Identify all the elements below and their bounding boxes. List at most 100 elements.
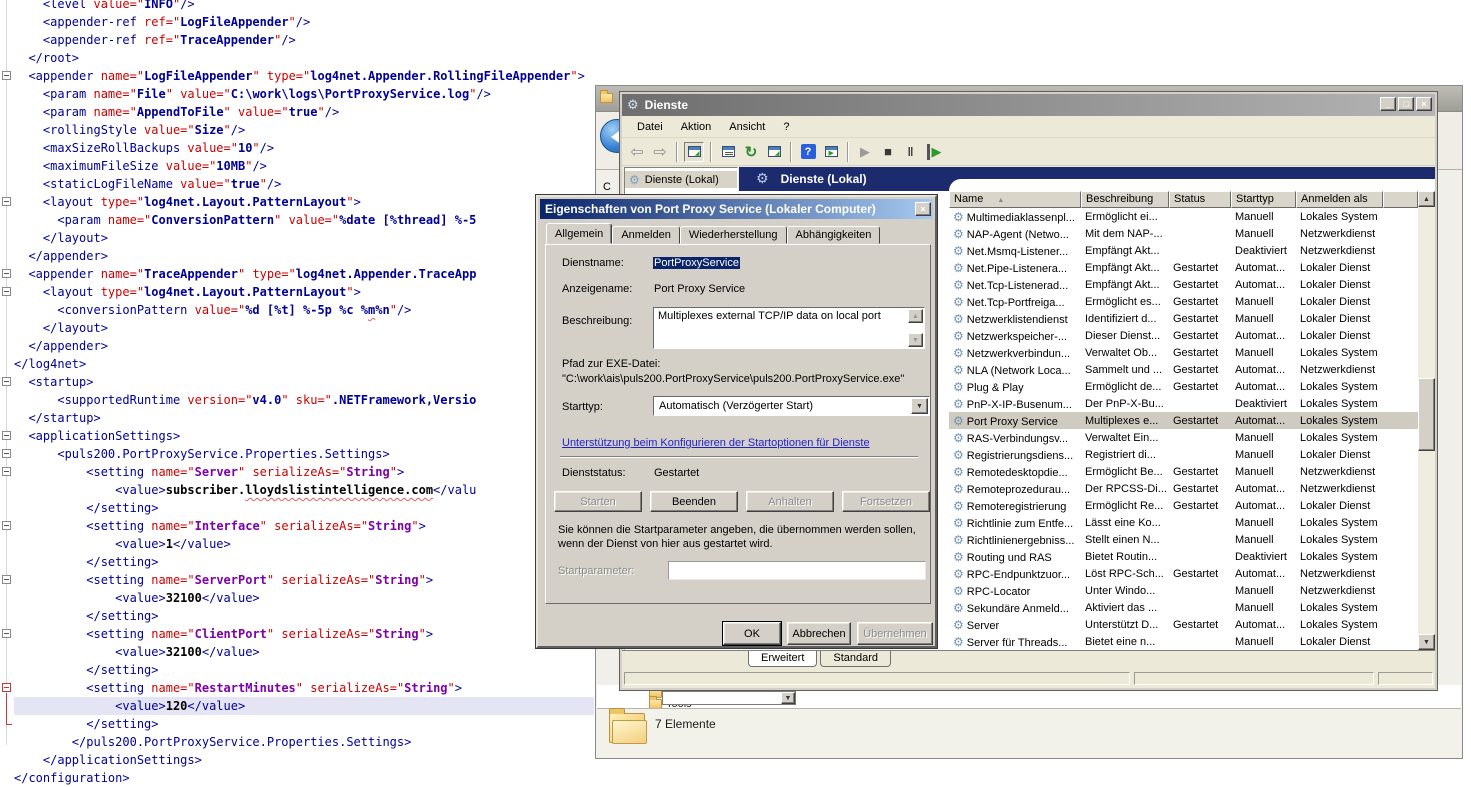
- menu-item-datei[interactable]: Datei: [628, 119, 672, 135]
- column-header-status[interactable]: Status: [1169, 191, 1231, 208]
- export-list-button[interactable]: [764, 142, 784, 162]
- column-header-starttyp[interactable]: Starttyp: [1231, 191, 1296, 208]
- help-button[interactable]: ?: [798, 142, 818, 162]
- properties-button[interactable]: [718, 142, 738, 162]
- table-row[interactable]: ⚙ServerUnterstützt D...GestartetAutomat.…: [949, 616, 1418, 633]
- table-row[interactable]: ⚙RemoteregistrierungErmöglicht Re...Gest…: [949, 497, 1418, 514]
- tab-standard[interactable]: Standard: [820, 651, 891, 667]
- ok-button[interactable]: OK: [723, 622, 781, 645]
- table-row[interactable]: ⚙Netzwerkverbindun...Verwaltet Ob...Gest…: [949, 344, 1418, 361]
- minimize-button[interactable]: _: [1380, 97, 1396, 111]
- forward-button[interactable]: ⇨: [650, 142, 670, 162]
- scroll-up-button[interactable]: ▲: [1418, 191, 1435, 207]
- close-button[interactable]: ×: [1416, 97, 1432, 111]
- code-token: %d [%t] %-5p %c %: [245, 303, 368, 317]
- column-header-beschreibung[interactable]: Beschreibung: [1081, 191, 1169, 208]
- tab-wiederherstellung[interactable]: Wiederherstellung: [680, 226, 787, 244]
- vertical-scrollbar[interactable]: ▲ ▼: [1418, 191, 1435, 650]
- code-token: <appender: [14, 69, 101, 83]
- code-area[interactable]: <level value="INFO"/> <appender-ref ref=…: [14, 0, 594, 787]
- beenden-button[interactable]: Beenden: [650, 491, 738, 512]
- table-row[interactable]: ⚙Netzwerkspeicher-...Dieser Dienst...Ges…: [949, 327, 1418, 344]
- refresh-button[interactable]: ↻: [741, 142, 761, 162]
- fold-marker[interactable]: [2, 629, 11, 638]
- extended-view-button[interactable]: [821, 142, 841, 162]
- table-row[interactable]: ⚙Server für Threads...Bietet eine n...Ma…: [949, 633, 1418, 650]
- tab-anmelden[interactable]: Anmelden: [612, 226, 680, 244]
- fold-marker[interactable]: [2, 467, 11, 476]
- close-button[interactable]: ×: [915, 202, 931, 216]
- fold-marker[interactable]: [2, 683, 11, 692]
- table-row[interactable]: ⚙RPC-LocatorUnter Windo...ManuellNetzwer…: [949, 582, 1418, 599]
- table-row[interactable]: ⚙Richtlinienergebniss...Stellt einen N..…: [949, 531, 1418, 548]
- fold-marker[interactable]: [2, 521, 11, 530]
- anzeigename-value[interactable]: Port Proxy Service: [654, 283, 745, 295]
- start-service-button[interactable]: ▶: [855, 142, 875, 162]
- dialog-titlebar[interactable]: Eigenschaften von Port Proxy Service (Lo…: [540, 199, 933, 219]
- scroll-down-button[interactable]: ▼: [908, 333, 923, 347]
- restart-service-button[interactable]: ▶: [924, 142, 944, 162]
- fold-marker[interactable]: [2, 269, 11, 278]
- fold-marker[interactable]: [2, 377, 11, 386]
- tab-abhängigkeiten[interactable]: Abhängigkeiten: [787, 226, 881, 244]
- scrollbar-thumb[interactable]: [1418, 378, 1435, 451]
- scroll-down-button[interactable]: ▼: [1418, 634, 1435, 650]
- table-row[interactable]: ⚙Registrierungsdiens...Registriert di...…: [949, 446, 1418, 463]
- scroll-up-button[interactable]: ▲: [908, 309, 923, 323]
- table-row[interactable]: ⚙Remotedesktopdie...Ermöglicht Be...Gest…: [949, 463, 1418, 480]
- table-row[interactable]: ⚙Port Proxy ServiceMultiplexes e...Gesta…: [949, 412, 1418, 429]
- show-console-tree-button[interactable]: [684, 142, 704, 162]
- pause-service-button[interactable]: ‖: [901, 142, 921, 162]
- services-titlebar[interactable]: ⚙ Dienste _□×: [622, 94, 1435, 116]
- fortsetzen-button[interactable]: Fortsetzen: [842, 491, 930, 512]
- beschreibung-field[interactable]: Multiplexes external TCP/IP data on loca…: [653, 307, 925, 349]
- table-row[interactable]: ⚙Sekundäre Anmeld...Aktiviert das ...Man…: [949, 599, 1418, 616]
- apply-button[interactable]: Übernehmen: [857, 622, 933, 645]
- table-row[interactable]: ⚙Net.Pipe-Listenera...Empfängt Akt...Ges…: [949, 259, 1418, 276]
- stop-service-button[interactable]: ■: [878, 142, 898, 162]
- table-row[interactable]: ⚙NetzwerklistendienstIdentifiziert d...G…: [949, 310, 1418, 327]
- fold-marker[interactable]: [2, 575, 11, 584]
- maximize-button[interactable]: □: [1398, 97, 1414, 111]
- table-row[interactable]: ⚙Routing und RASBietet Routin...Deaktivi…: [949, 548, 1418, 565]
- table-row[interactable]: ⚙PnP-X-IP-Busenum...Der PnP-X-Bu...Deakt…: [949, 395, 1418, 412]
- startoptions-help-link[interactable]: Unterstützung beim Konfigurieren der Sta…: [562, 437, 870, 449]
- table-row[interactable]: ⚙Plug & PlayErmöglicht de...GestartetAut…: [949, 378, 1418, 395]
- startparameter-input[interactable]: [668, 561, 926, 580]
- table-row[interactable]: ⚙NAP-Agent (Netwo...Mit dem NAP-...Manue…: [949, 225, 1418, 242]
- chevron-down-icon[interactable]: ▼: [781, 692, 795, 704]
- dienstname-value[interactable]: PortProxyService: [653, 257, 740, 269]
- fold-marker[interactable]: [2, 449, 11, 458]
- fold-marker[interactable]: [2, 431, 11, 440]
- table-row[interactable]: ⚙RAS-Verbindungsv...Verwaltet Ein...Manu…: [949, 429, 1418, 446]
- menu-item-aktion[interactable]: Aktion: [672, 119, 721, 135]
- tab-allgemein[interactable]: Allgemein: [546, 223, 612, 244]
- menu-item-ansicht[interactable]: Ansicht: [720, 119, 774, 135]
- menu-item-help[interactable]: ?: [774, 119, 798, 135]
- table-row[interactable]: ⚙Net.Tcp-Portfreiga...Ermöglicht es...Ge…: [949, 293, 1418, 310]
- tree-item-services-local[interactable]: ⚙ Dienste (Lokal): [625, 171, 737, 188]
- tab-erweitert[interactable]: Erweitert: [748, 651, 817, 667]
- fold-marker[interactable]: [2, 197, 11, 206]
- column-header-name[interactable]: Name▲: [949, 191, 1081, 208]
- folder-combobox[interactable]: ▼: [662, 691, 796, 705]
- cancel-button[interactable]: Abbrechen: [787, 622, 851, 645]
- starttyp-select[interactable]: Automatisch (Verzögerter Start) ▼: [653, 396, 930, 416]
- column-header-anmelden-als[interactable]: Anmelden als: [1296, 191, 1383, 208]
- code-token: INFO: [144, 0, 173, 11]
- table-row[interactable]: ⚙Remoteprozedurau...Der RPCSS-Di...Gesta…: [949, 480, 1418, 497]
- table-row[interactable]: ⚙Richtlinie zum Entfe...Lässt eine Ko...…: [949, 514, 1418, 531]
- table-row[interactable]: ⚙Net.Msmq-Listener...Empfängt Akt...Deak…: [949, 242, 1418, 259]
- table-row[interactable]: ⚙NLA (Network Loca...Sammelt und ...Gest…: [949, 361, 1418, 378]
- code-fold-margin[interactable]: [0, 0, 13, 787]
- fold-marker[interactable]: [2, 71, 11, 80]
- anhalten-button[interactable]: Anhalten: [746, 491, 834, 512]
- table-row[interactable]: ⚙Multimediaklassenpl...Ermöglicht ei...M…: [949, 208, 1418, 225]
- table-row[interactable]: ⚙RPC-Endpunktzuor...Löst RPC-Sch...Gesta…: [949, 565, 1418, 582]
- table-row[interactable]: ⚙Net.Tcp-Listenerad...Empfängt Akt...Ges…: [949, 276, 1418, 293]
- table-cell: Lokales System: [1296, 432, 1383, 444]
- chevron-down-icon[interactable]: ▼: [911, 398, 928, 414]
- starten-button[interactable]: Starten: [554, 491, 642, 512]
- fold-marker[interactable]: [2, 287, 11, 296]
- back-button[interactable]: ⇦: [627, 142, 647, 162]
